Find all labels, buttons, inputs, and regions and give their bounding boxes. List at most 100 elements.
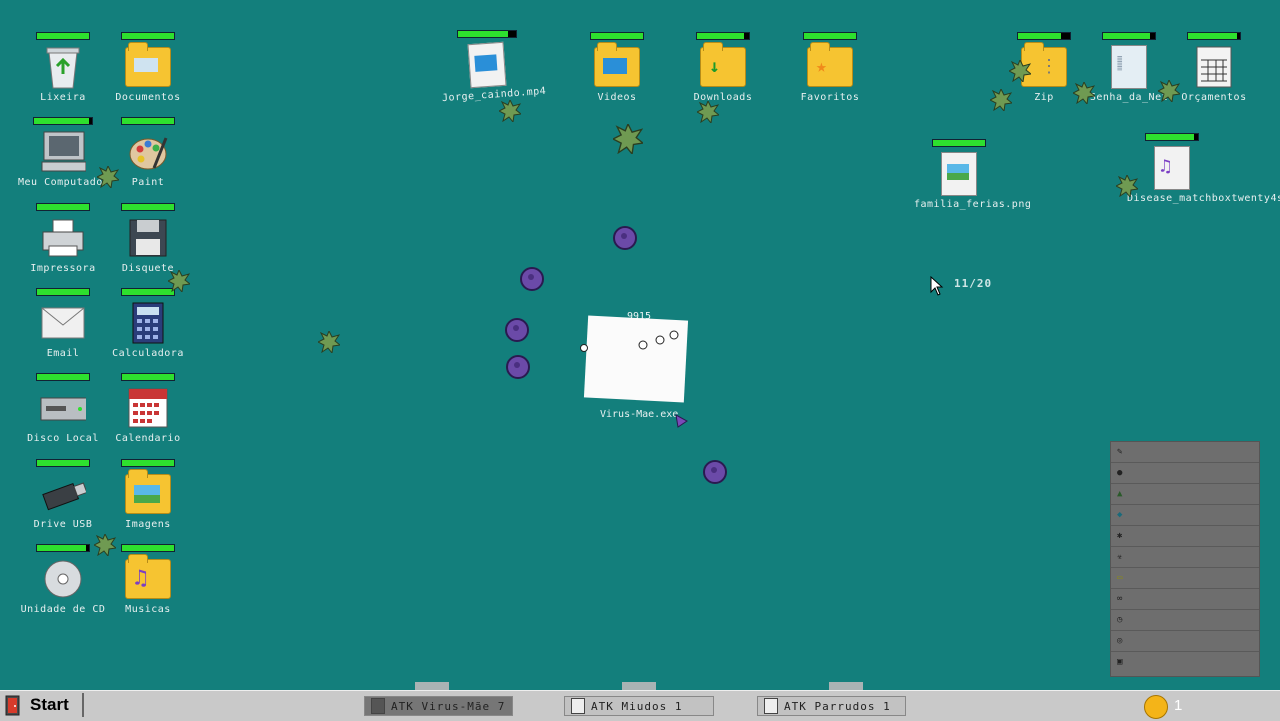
upgrade-slot[interactable]: ● [1111,463,1259,484]
task-atk-parrudos[interactable]: ATK Parrudos 1 [757,696,906,716]
upgrade-slot[interactable]: ☣ [1111,547,1259,568]
desktop-icon-disco-local[interactable]: Disco Local [18,373,108,444]
germ-enemy[interactable] [1116,175,1138,197]
upgrade-slot[interactable]: ▣ [1111,652,1259,672]
desktop-icon-meu-computador[interactable]: Meu Computador [18,117,110,188]
desktop-icon-jorge-caindo[interactable]: Jorge_caindo.mp4 [442,30,547,104]
link-icon: ∞ [1117,594,1123,604]
health-bar [590,32,644,40]
germ-enemy[interactable] [1158,80,1180,102]
mouse-cursor-icon [930,276,944,296]
task-marker [829,682,863,690]
germ-task-icon [571,698,585,714]
icon-label: Orçamentos [1181,92,1247,103]
desktop-icon-musicas[interactable]: ♫ Musicas [103,544,193,615]
germ-enemy[interactable] [499,100,521,122]
germ-enemy[interactable] [613,124,643,154]
folder-music-icon: ♫ [125,554,171,602]
icon-label: Videos [597,92,637,103]
task-label: ATK Miudos 1 [591,699,683,713]
health-bar [121,544,175,552]
task-label: ATK Parrudos 1 [784,699,891,713]
desktop-icon-disease-mp3[interactable]: ♫ Disease_matchboxtwenty4sh.mp3 [1127,133,1280,204]
image-file-icon [936,151,982,197]
purple-virus[interactable] [520,267,544,291]
upgrade-slot[interactable]: ◎ [1111,631,1259,652]
coin-icon [1144,695,1168,719]
taskbar: Start ATK Virus-Mãe 7 ATK Miudos 1 ATK P… [0,690,1280,721]
folder-favorites-icon: ★ [807,42,853,90]
health-bar [803,32,857,40]
task-atk-virus-mae[interactable]: ATK Virus-Mãe 7 [364,696,513,716]
recycle-bin-icon [40,44,86,90]
wave-counter: 11/20 [954,277,993,290]
desktop-icon-calendario[interactable]: Calendario [103,373,193,444]
mother-virus-label: Virus-Mae.exe [600,409,679,420]
virus-bubbles [580,330,679,352]
desktop-icon-calculadora[interactable]: Calculadora [103,288,193,359]
shield-icon: ◆ [1117,510,1123,520]
icon-label: Meu Computador [18,177,110,188]
upgrade-slot[interactable]: ▲ [1111,484,1259,505]
icon-label: Favoritos [800,92,860,103]
purple-virus[interactable] [506,355,530,379]
virus-icon: ☣ [1117,552,1123,562]
germ-enemy[interactable] [1009,60,1031,82]
purple-virus[interactable] [613,226,637,250]
upgrade-slot[interactable]: ✎ [1111,442,1259,463]
icon-label: Email [46,348,80,359]
folder-documents-icon [125,42,171,90]
icon-label: Documentos [115,92,181,103]
icon-label: Calendario [115,433,181,444]
desktop-icon-familia-ferias[interactable]: familia_ferias.png [914,139,1032,210]
triangle-enemy-icon[interactable] [674,414,688,428]
cd-drive-icon [40,556,86,602]
desktop-icon-downloads[interactable]: ↓ Downloads [678,32,768,103]
germ-enemy[interactable] [318,331,340,353]
health-bar [36,203,90,211]
desktop-icon-disquete[interactable]: Disquete [103,203,193,274]
germ-enemy[interactable] [97,166,119,188]
icon-label: familia_ferias.png [914,199,1032,210]
hard-drive-icon [40,385,86,431]
desktop-icon-favoritos[interactable]: ★ Favoritos [785,32,875,103]
icon-label: Drive USB [33,519,93,530]
folder-videos-icon [594,42,640,90]
health-bar [121,373,175,381]
desktop-icon-documentos[interactable]: Documentos [103,32,193,103]
syringe-icon: ✎ [1117,447,1123,457]
upgrade-slot[interactable]: ✱ [1111,526,1259,547]
desktop-icon-imagens[interactable]: Imagens [103,459,193,530]
icon-label: Disco Local [27,433,99,444]
desktop-icon-videos[interactable]: Videos [572,32,662,103]
desktop-icon-drive-usb[interactable]: Drive USB [18,459,108,530]
icon-label: Downloads [693,92,753,103]
bomb-icon: ● [1117,468,1123,478]
germ-enemy[interactable] [697,101,719,123]
icon-label: Musicas [125,604,171,615]
desktop-icon-lixeira[interactable]: Lixeira [18,32,108,103]
upgrade-slot[interactable]: ▭ [1111,568,1259,589]
health-bar [121,32,175,40]
start-button[interactable]: Start [2,693,84,717]
usb-drive-icon [40,471,86,517]
icon-label: Lixeira [40,92,86,103]
upgrade-slot[interactable]: ◷ [1111,610,1259,631]
target-icon: ◎ [1117,636,1123,646]
task-marker [622,682,656,690]
germ-enemy[interactable] [990,89,1012,111]
clock-icon: ◷ [1117,615,1123,625]
upgrade-slot[interactable]: ◆ [1111,505,1259,526]
desktop-icon-impressora[interactable]: Impressora [18,203,108,274]
task-atk-miudos[interactable]: ATK Miudos 1 [564,696,714,716]
germ-enemy[interactable] [94,534,116,556]
health-bar [36,459,90,467]
purple-virus[interactable] [505,318,529,342]
desktop-icon-orcamentos[interactable]: Orçamentos [1169,32,1259,103]
upgrade-slot[interactable]: ∞ [1111,589,1259,610]
desktop-icon-email[interactable]: Email [18,288,108,359]
purple-virus[interactable] [703,460,727,484]
calculator-icon [125,300,171,346]
germ-enemy[interactable] [1073,82,1095,104]
germ-enemy[interactable] [168,270,190,292]
